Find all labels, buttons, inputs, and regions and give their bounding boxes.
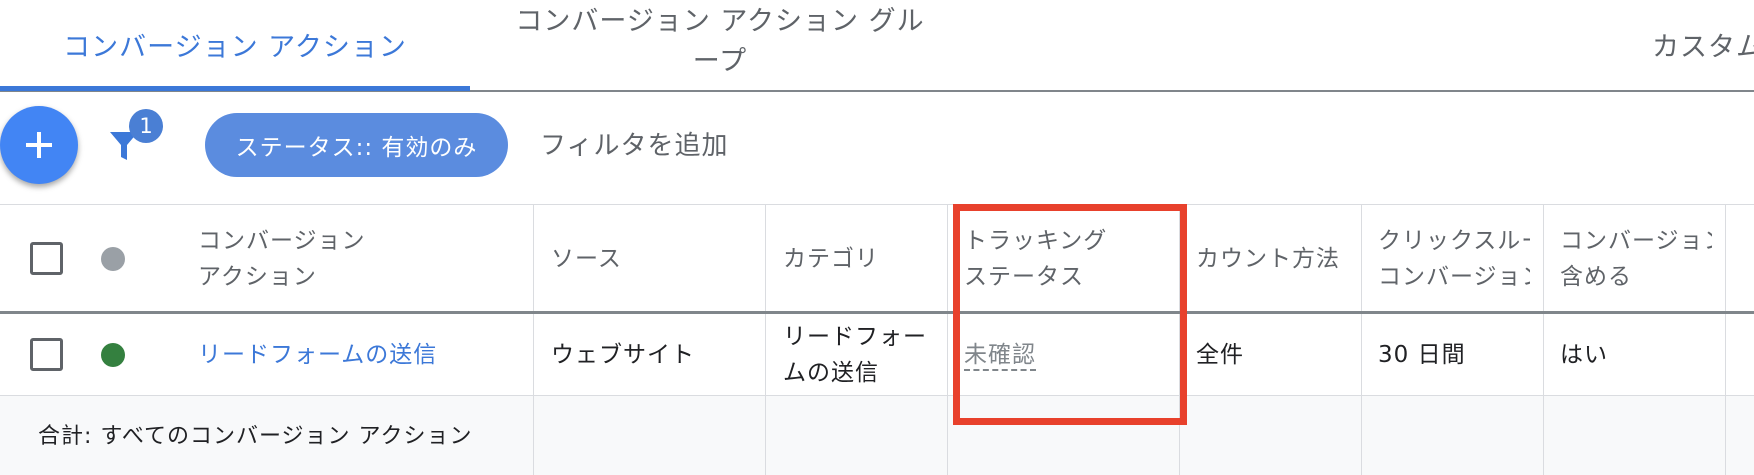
total-row-label: 合計: すべてのコンバージョン アクション (38, 424, 473, 449)
tab-conversion-action-groups[interactable]: コンバージョン アクション グループ (470, 0, 970, 88)
column-divider (1361, 205, 1362, 475)
header-category[interactable]: カテゴリ (783, 241, 879, 277)
row-separator (0, 395, 1754, 396)
tab-custom[interactable]: カスタム (1630, 0, 1754, 88)
status-filter-chip[interactable]: ステータス:: 有効のみ (205, 113, 508, 177)
header-click-through-window[interactable]: クリックスルー コンバージョン (1378, 223, 1530, 295)
tab-conversion-actions[interactable]: コンバージョン アクション (0, 0, 470, 91)
select-all-checkbox[interactable] (30, 242, 63, 275)
header-count-method[interactable]: カウント方法 (1196, 241, 1340, 277)
plus-icon (26, 132, 52, 158)
column-divider (533, 205, 534, 475)
status-enabled-icon (101, 343, 125, 367)
tab-label: コンバージョン アクション (63, 31, 407, 63)
click-through-window-cell: 30 日間 (1378, 342, 1466, 368)
category-cell: リードフォー ムの送信 (783, 324, 927, 386)
active-tab-indicator (0, 86, 470, 91)
count-method-cell: 全件 (1196, 342, 1244, 368)
header-source[interactable]: ソース (551, 241, 622, 277)
column-divider (765, 205, 766, 475)
source-cell: ウェブサイト (551, 342, 695, 368)
column-divider (947, 205, 948, 475)
header-include-in-conversions[interactable]: コンバージョン 含める (1560, 223, 1712, 295)
add-filter-button[interactable]: フィルタを追加 (540, 125, 728, 162)
tab-label: コンバージョン アクション グループ (515, 6, 925, 77)
tab-label: カスタム (1652, 31, 1754, 63)
filter-count-badge: 1 (129, 109, 163, 143)
include-in-conversions-cell: はい (1560, 342, 1608, 368)
header-separator (0, 311, 1754, 314)
row-checkbox[interactable] (30, 338, 63, 371)
add-button[interactable] (0, 106, 78, 184)
conversion-action-link[interactable]: リードフォームの送信 (198, 337, 437, 373)
header-conversion-action[interactable]: コンバージョン アクション (198, 223, 366, 295)
status-header-icon (101, 247, 125, 271)
column-divider (1543, 205, 1544, 475)
tab-bar: コンバージョン アクション コンバージョン アクション グループ カスタム (0, 0, 1754, 92)
column-divider (1725, 205, 1726, 475)
highlight-box (953, 204, 1187, 425)
conversion-actions-table: コンバージョン アクション ソース カテゴリ トラッキング ステータス カウント… (0, 204, 1754, 475)
